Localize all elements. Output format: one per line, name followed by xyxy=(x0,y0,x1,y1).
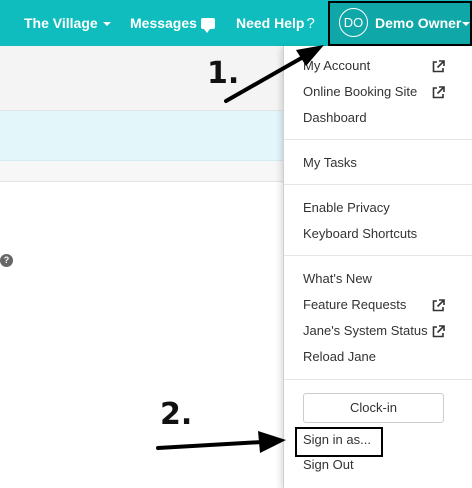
arrow-step-2-shaft xyxy=(156,440,264,450)
annotation-step-1: 1. xyxy=(207,56,240,91)
arrow-step-2-head xyxy=(258,431,286,453)
arrow-step-1-head xyxy=(296,45,324,66)
annotation-step-2: 2. xyxy=(160,397,193,432)
